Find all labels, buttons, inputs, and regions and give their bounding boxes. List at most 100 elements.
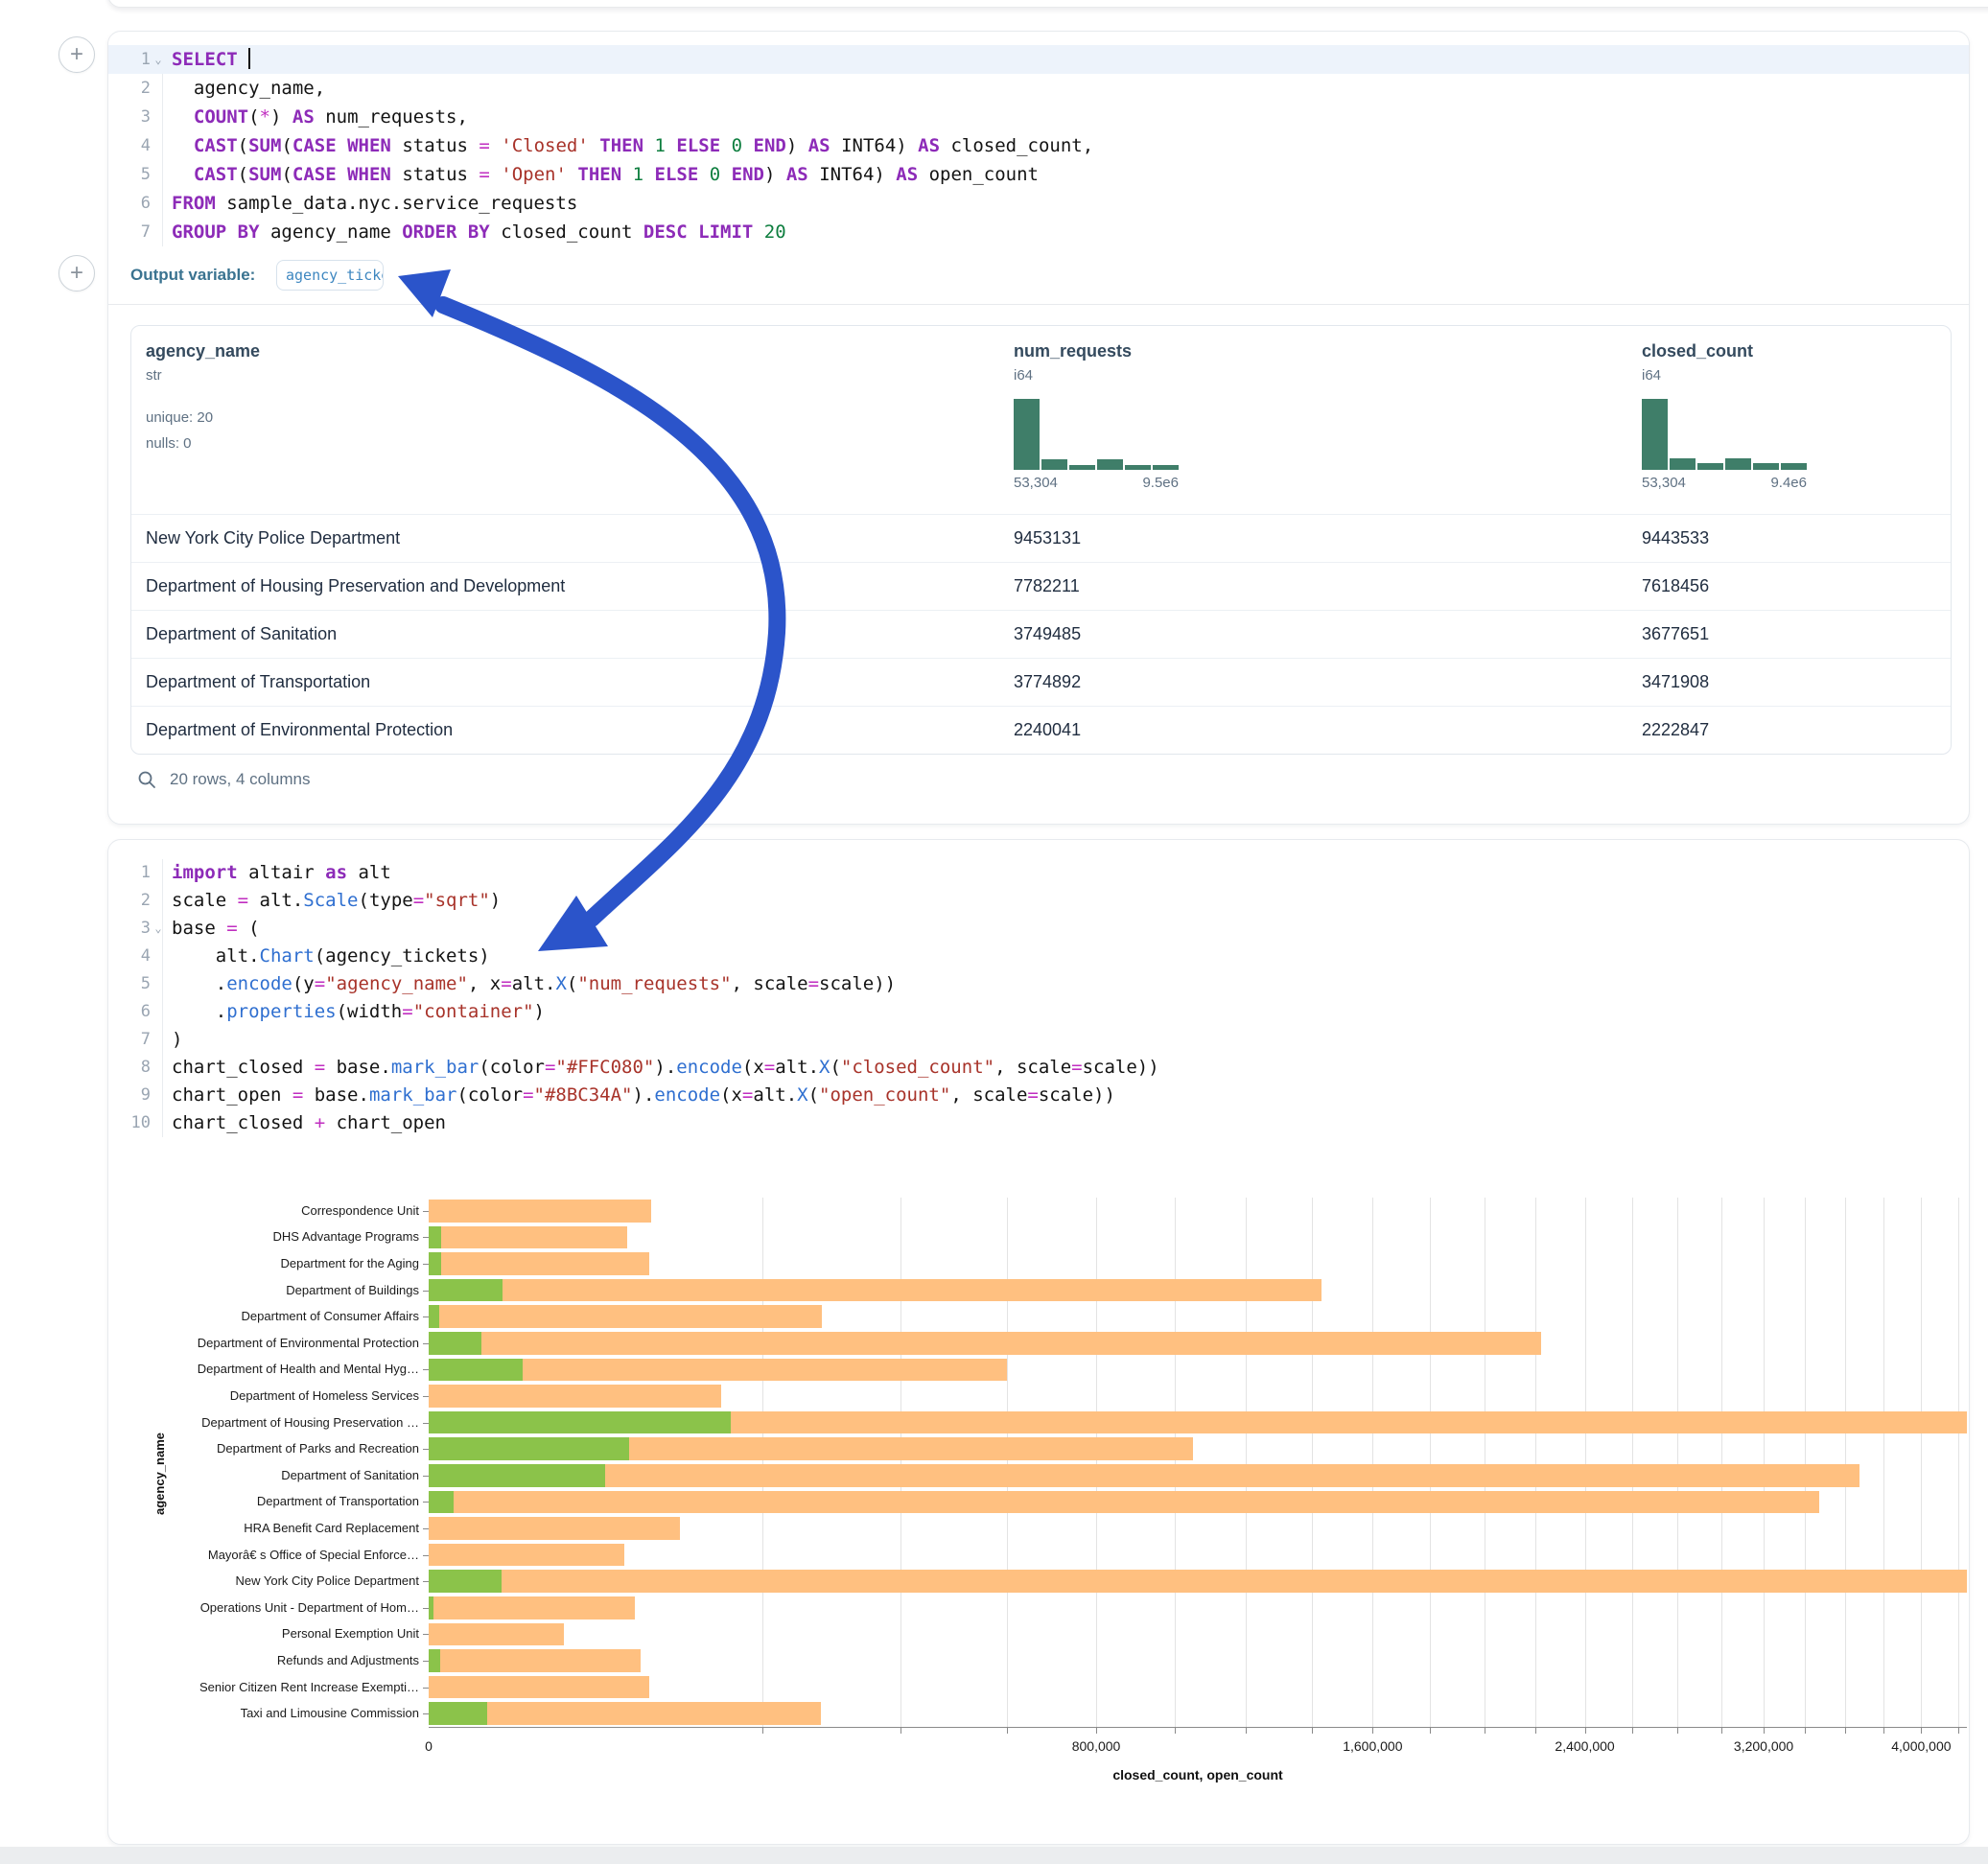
y-axis-label: Taxi and Limousine Commission xyxy=(241,1706,419,1720)
table-row[interactable]: New York City Police Department945313194… xyxy=(131,514,1951,562)
gridline xyxy=(1764,1198,1765,1727)
code-line[interactable]: 4 CAST(SUM(CASE WHEN status = 'Closed' T… xyxy=(108,131,1969,160)
chart-bar-open_count xyxy=(429,1464,605,1487)
fold-chevron-icon[interactable]: ⌄ xyxy=(151,915,166,943)
code-line[interactable]: 8chart_closed = base.mark_bar(color="#FF… xyxy=(108,1054,1969,1082)
sql-code-editor[interactable]: 1⌄SELECT 2 agency_name,3 COUNT(*) AS num… xyxy=(108,45,1969,246)
column-header-closed_count[interactable]: closed_counti6453,3049.4e6 xyxy=(1642,341,1807,491)
chart-bar-closed_count xyxy=(429,1676,649,1699)
chart-bar-open_count xyxy=(429,1702,487,1725)
column-header-agency_name[interactable]: agency_namestrunique: 20nulls: 0 xyxy=(146,341,260,456)
code-line[interactable]: 5 CAST(SUM(CASE WHEN status = 'Open' THE… xyxy=(108,160,1969,189)
gridline xyxy=(1372,1198,1373,1727)
code-line[interactable]: 10chart_closed + chart_open xyxy=(108,1109,1969,1137)
gridline xyxy=(1007,1198,1008,1727)
gridline xyxy=(1096,1198,1097,1727)
table-cell: Department of Transportation xyxy=(146,659,370,706)
chart-bar-open_count xyxy=(429,1411,731,1434)
chart-bar-closed_count xyxy=(429,1226,627,1249)
code-line[interactable]: 1import altair as alt xyxy=(108,859,1969,887)
sql-cell: 1⌄SELECT 2 agency_name,3 COUNT(*) AS num… xyxy=(107,31,1970,825)
code-text: SELECT xyxy=(166,45,250,74)
histogram-bar xyxy=(1125,465,1151,470)
search-icon[interactable] xyxy=(137,770,156,789)
chart-bar-open_count xyxy=(429,1437,629,1460)
column-histogram xyxy=(1014,399,1179,470)
column-header-num_requests[interactable]: num_requestsi6453,3049.5e6 xyxy=(1014,341,1179,491)
fold-chevron-icon[interactable]: ⌄ xyxy=(151,45,166,74)
y-axis-label: Department of Environmental Protection xyxy=(198,1336,419,1350)
chart-bar-closed_count xyxy=(429,1252,649,1275)
code-line[interactable]: 7) xyxy=(108,1026,1969,1054)
x-axis-tick xyxy=(1805,1728,1806,1734)
code-line[interactable]: 4 alt.Chart(agency_tickets) xyxy=(108,943,1969,970)
table-row[interactable]: Department of Sanitation37494853677651 xyxy=(131,610,1951,658)
line-number: 5 xyxy=(108,970,151,998)
table-row[interactable]: Department of Environmental Protection22… xyxy=(131,706,1951,754)
y-axis-label: HRA Benefit Card Replacement xyxy=(244,1521,419,1535)
gridline xyxy=(1845,1198,1846,1727)
code-line[interactable]: 6FROM sample_data.nyc.service_requests xyxy=(108,189,1969,218)
code-line[interactable]: 2 agency_name, xyxy=(108,74,1969,103)
previous-cell-stub xyxy=(107,0,1988,8)
python-code-editor[interactable]: 1import altair as alt2scale = alt.Scale(… xyxy=(108,859,1969,1137)
chart-bar-closed_count xyxy=(429,1464,1859,1487)
result-table: agency_namestrunique: 20nulls: 0 num_requ… xyxy=(130,325,1952,755)
column-name: closed_count xyxy=(1642,341,1807,361)
line-number: 1 xyxy=(108,45,151,74)
gridline xyxy=(1312,1198,1313,1727)
line-number: 5 xyxy=(108,160,151,189)
gridline xyxy=(1632,1198,1633,1727)
gridline xyxy=(900,1198,901,1727)
line-number: 6 xyxy=(108,998,151,1026)
chart-bar-open_count xyxy=(429,1491,454,1514)
x-axis-tick xyxy=(1764,1728,1765,1734)
code-text: CAST(SUM(CASE WHEN status = 'Open' THEN … xyxy=(166,160,1039,189)
column-type: str xyxy=(146,367,260,384)
code-line[interactable]: 7GROUP BY agency_name ORDER BY closed_co… xyxy=(108,218,1969,246)
y-axis-label: Correspondence Unit xyxy=(301,1203,419,1218)
code-line[interactable]: 6 .properties(width="container") xyxy=(108,998,1969,1026)
x-axis-tick xyxy=(1312,1728,1313,1734)
y-axis-label: Operations Unit - Department of Hom… xyxy=(200,1600,419,1615)
chart-bar-closed_count xyxy=(429,1649,641,1672)
code-line[interactable]: 9chart_open = base.mark_bar(color="#8BC3… xyxy=(108,1082,1969,1109)
table-cell: 3471908 xyxy=(1642,659,1709,706)
gridline xyxy=(1958,1198,1959,1727)
code-text: chart_closed + chart_open xyxy=(166,1109,446,1137)
y-axis-label: Department of Health and Mental Hyg… xyxy=(198,1362,419,1376)
code-line[interactable]: 3 COUNT(*) AS num_requests, xyxy=(108,103,1969,131)
chart-bar-open_count xyxy=(429,1596,433,1619)
python-cell: 1import altair as alt2scale = alt.Scale(… xyxy=(107,839,1970,1845)
table-row[interactable]: Department of Housing Preservation and D… xyxy=(131,562,1951,610)
code-text: ) xyxy=(166,1026,182,1054)
code-line[interactable]: 3⌄base = ( xyxy=(108,915,1969,943)
output-variable-label: Output variable: xyxy=(130,266,255,285)
table-row[interactable]: Department of Transportation377489234719… xyxy=(131,658,1951,706)
histogram-bar xyxy=(1069,465,1095,470)
chart-bar-open_count xyxy=(429,1332,481,1355)
table-cell: New York City Police Department xyxy=(146,515,400,562)
code-line[interactable]: 1⌄SELECT xyxy=(108,45,1969,74)
histogram-bar xyxy=(1781,463,1807,470)
gridline xyxy=(1677,1198,1678,1727)
code-line[interactable]: 2scale = alt.Scale(type="sqrt") xyxy=(108,887,1969,915)
chart-bar-closed_count xyxy=(429,1279,1321,1302)
notebook-page: + + 1⌄SELECT 2 agency_name,3 COUNT(*) AS… xyxy=(0,0,1988,1864)
code-text: FROM sample_data.nyc.service_requests xyxy=(166,189,577,218)
x-axis-tick-label: 4,000,000 xyxy=(1891,1738,1951,1754)
add-cell-button-top[interactable]: + xyxy=(58,36,95,73)
chart-bar-closed_count xyxy=(429,1517,680,1540)
cell-divider xyxy=(108,304,1969,305)
code-line[interactable]: 5 .encode(y="agency_name", x=alt.X("num_… xyxy=(108,970,1969,998)
histogram-bar xyxy=(1041,459,1067,470)
chart-bar-closed_count xyxy=(429,1305,822,1328)
gridline xyxy=(1430,1198,1431,1727)
x-axis-tick xyxy=(1883,1728,1884,1734)
chart-bar-closed_count xyxy=(429,1200,651,1223)
chart-bar-open_count xyxy=(429,1279,503,1302)
code-text: .encode(y="agency_name", x=alt.X("num_re… xyxy=(166,970,896,998)
add-cell-button-middle[interactable]: + xyxy=(58,255,95,291)
x-axis-line xyxy=(429,1727,1967,1728)
output-variable-chip[interactable]: agency_tickets xyxy=(276,260,384,291)
